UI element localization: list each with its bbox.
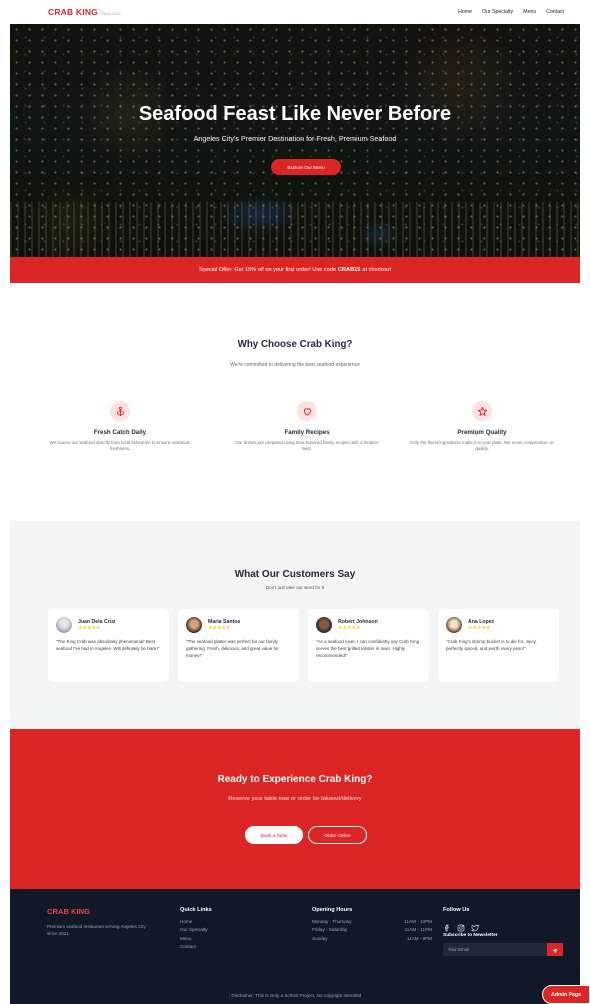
quick-links-title: Quick Links bbox=[180, 907, 212, 913]
brand-name[interactable]: CRAB KING bbox=[48, 7, 98, 17]
cta-subtitle: Reserve your table now or order for take… bbox=[228, 796, 362, 802]
feature-text: Only the finest ingredients make it to y… bbox=[410, 440, 554, 452]
reviewer-name: Juan Dela Cruz bbox=[78, 619, 116, 625]
hero-section: Seafood Feast Like Never Before Angeles … bbox=[10, 24, 580, 257]
offer-suffix: at checkout bbox=[362, 267, 391, 273]
offer-text: Special Offer: Get 15% off on your first… bbox=[199, 267, 336, 273]
explore-menu-button[interactable]: Explore Our Menu bbox=[271, 159, 341, 175]
nav-link-home[interactable]: Home bbox=[458, 9, 472, 15]
feature-title: Family Recipes bbox=[284, 429, 330, 436]
newsletter-title: Subscribe to Newsletter bbox=[443, 933, 498, 938]
brand-since: Since 2021 bbox=[100, 11, 121, 16]
review-text: "As a seafood lover, I can confidently s… bbox=[316, 639, 420, 658]
footer-disclaimer: ; Disclaimer: This is Only a School Proj… bbox=[228, 993, 362, 998]
opening-hours-title: Opening Hours bbox=[312, 907, 353, 913]
feature-family-recipes: Family Recipes Our dishes are prepared u… bbox=[229, 401, 385, 453]
order-online-button[interactable]: Order Online bbox=[308, 826, 367, 844]
hero-content: Seafood Feast Like Never Before Angeles … bbox=[10, 24, 580, 257]
testimonial-card: Maria Santos ★★★★★ "The seafood platter … bbox=[178, 609, 299, 682]
hours-time: 11AM - 9PM bbox=[406, 935, 432, 941]
top-navbar: CRAB KING Since 2021 Home Our Specialty … bbox=[0, 0, 590, 24]
rating-stars: ★★★★★ bbox=[338, 626, 361, 631]
testimonials-title: What Our Customers Say bbox=[234, 569, 356, 580]
newsletter-submit-button[interactable] bbox=[547, 943, 563, 956]
testimonials-section: What Our Customers Say Don't just take o… bbox=[10, 521, 580, 729]
hours-time: 11AM - 11PM bbox=[404, 927, 432, 933]
cta-section: Ready to Experience Crab King? Reserve y… bbox=[10, 729, 580, 889]
why-section-title: Why Choose Crab King? bbox=[237, 339, 353, 350]
footer: CRAB KING Premium seafood restaurant ser… bbox=[10, 889, 580, 1004]
cta-title: Ready to Experience Crab King? bbox=[217, 774, 373, 785]
footer-description: Premium seafood restaurant serving Angel… bbox=[47, 924, 146, 937]
hours-days: Sunday bbox=[312, 935, 328, 941]
hours-row: Sunday 11AM - 9PM bbox=[312, 936, 432, 941]
avatar bbox=[186, 617, 202, 633]
hours-row: Friday - Saturday 11AM - 11PM bbox=[312, 927, 432, 932]
review-text: "The King Crab was absolutely phenomenal… bbox=[56, 639, 160, 651]
brand-logo[interactable]: CRAB KING Since 2021 bbox=[48, 7, 121, 17]
admin-page-button[interactable]: Admin Page bbox=[542, 985, 590, 1004]
facebook-icon[interactable] bbox=[443, 919, 451, 932]
heart-icon bbox=[297, 401, 317, 421]
footer-about: CRAB KING Premium seafood restaurant ser… bbox=[47, 907, 157, 937]
instagram-icon[interactable] bbox=[457, 919, 465, 932]
feature-premium-quality: Premium Quality Only the finest ingredie… bbox=[404, 401, 560, 453]
feature-fresh-catch: Fresh Catch Daily We source our seafood … bbox=[42, 401, 198, 453]
nav-links: Home Our Specialty Menu Contact bbox=[458, 9, 564, 15]
reviewer-name: Maria Santos bbox=[208, 619, 241, 625]
footer-brand: CRAB KING bbox=[47, 907, 91, 916]
send-icon bbox=[552, 941, 558, 959]
footer-follow-us: Follow Us Subscribe to Newsletter bbox=[443, 907, 563, 956]
hours-days: Monday - Thursday bbox=[312, 919, 352, 924]
nav-link-specialty[interactable]: Our Specialty bbox=[482, 9, 513, 15]
reviewer-name: Ana Lopez bbox=[468, 619, 495, 625]
why-section-subtitle: We're committed to delivering the best s… bbox=[230, 362, 360, 368]
avatar bbox=[56, 617, 72, 633]
testimonial-card: Robert Johnson ★★★★★ "As a seafood lover… bbox=[308, 609, 429, 682]
reviewer-name: Robert Johnson bbox=[338, 619, 378, 625]
hours-row: Monday - Thursday 11AM - 10PM bbox=[312, 919, 432, 924]
footer-link-contact[interactable]: Contact bbox=[180, 944, 212, 949]
nav-link-contact[interactable]: Contact bbox=[546, 9, 564, 15]
hero-title: Seafood Feast Like Never Before bbox=[138, 103, 452, 125]
footer-link-specialty[interactable]: Our Specialty bbox=[180, 927, 212, 932]
footer-link-menu[interactable]: Menu bbox=[180, 936, 212, 941]
hero-subtitle: Angeles City's Premier Destination for F… bbox=[193, 134, 397, 143]
feature-title: Fresh Catch Daily bbox=[93, 429, 147, 436]
newsletter-email-input[interactable] bbox=[443, 943, 547, 956]
feature-text: Our dishes are prepared using time-honor… bbox=[235, 440, 379, 452]
testimonial-card: Juan Dela Cruz ★★★★★ "The King Crab was … bbox=[48, 609, 169, 682]
feature-title: Premium Quality bbox=[457, 429, 507, 436]
footer-link-home[interactable]: Home bbox=[180, 919, 212, 924]
hours-time: 11AM - 10PM bbox=[404, 919, 432, 924]
testimonials-subtitle: Don't just take our word for it bbox=[265, 585, 325, 590]
anchor-icon bbox=[110, 401, 130, 421]
rating-stars: ★★★★★ bbox=[208, 626, 231, 631]
footer-quick-links: Quick Links Home Our Specialty Menu Cont… bbox=[180, 907, 212, 949]
special-offer-banner: Special Offer: Get 15% off on your first… bbox=[10, 257, 580, 283]
newsletter-form bbox=[443, 943, 563, 956]
rating-stars: ★★★★★ bbox=[78, 626, 101, 631]
hours-days: Friday - Saturday bbox=[312, 927, 348, 933]
twitter-icon[interactable] bbox=[471, 919, 479, 932]
rating-stars: ★★★★★ bbox=[468, 626, 491, 631]
offer-code: CRAB15 bbox=[337, 267, 361, 273]
footer-opening-hours: Opening Hours Monday - Thursday 11AM - 10… bbox=[312, 907, 432, 941]
review-text: "The seafood platter was perfect for our… bbox=[186, 639, 279, 658]
follow-us-title: Follow Us bbox=[443, 907, 470, 913]
avatar bbox=[446, 617, 462, 633]
avatar bbox=[316, 617, 332, 633]
nav-link-menu[interactable]: Menu bbox=[523, 9, 536, 15]
star-icon bbox=[472, 401, 492, 421]
feature-text: We source our seafood directly from loca… bbox=[49, 440, 191, 452]
review-text: "Crab King's shrimp bucket is to die for… bbox=[446, 639, 537, 651]
book-table-button[interactable]: Book a Table bbox=[245, 826, 303, 844]
testimonial-card: Ana Lopez ★★★★★ "Crab King's shrimp buck… bbox=[438, 609, 559, 682]
